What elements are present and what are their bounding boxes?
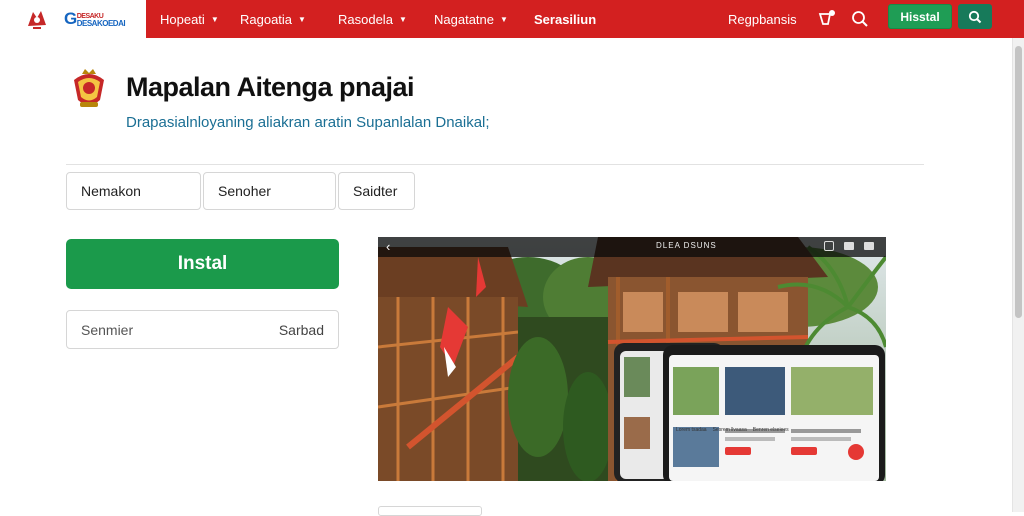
chevron-down-icon: ▼ xyxy=(500,14,508,24)
hero-card-labels: Lorem tsadaa Sesrem llvaasa Benren elsei… xyxy=(676,427,789,433)
nav-item-label: Rasodela xyxy=(338,11,393,27)
filter-button-senoher[interactable]: Senoher xyxy=(203,172,336,210)
search-top-button[interactable] xyxy=(958,4,992,29)
header-divider xyxy=(66,164,924,165)
village-scene-image xyxy=(378,237,886,481)
filter-button-nemakon[interactable]: Nemakon xyxy=(66,172,201,210)
hero-image: ‹ DLEA DSUNS Lorem tsadaa Sesrem llvaasa… xyxy=(378,237,886,481)
nav-item-rasodela[interactable]: Rasodela ▼ xyxy=(338,0,407,38)
hero-card-label: Benren elseiees xyxy=(752,427,789,433)
nav-link-regpbansis[interactable]: Regpbansis xyxy=(728,0,797,38)
filter-button-saidter[interactable]: Saidter xyxy=(338,172,415,210)
brand-area: G DESAKU DESAKOEDAI xyxy=(0,0,146,38)
notification-icon[interactable] xyxy=(814,7,838,31)
install-top-button[interactable]: Hisstal xyxy=(888,4,952,29)
nav-item-label: Ragoatia xyxy=(240,11,293,27)
brand-mascot-icon[interactable] xyxy=(24,6,50,32)
search-field: Sarbad xyxy=(66,310,339,349)
hero-toolbar: ‹ DLEA DSUNS xyxy=(378,237,886,257)
nav-item-serasiliun[interactable]: Serasiliun xyxy=(534,0,596,38)
nav-item-nagatatne[interactable]: Nagatatne ▼ xyxy=(434,0,508,38)
nav-item-label: Serasiliun xyxy=(534,11,597,27)
install-button[interactable]: Instal xyxy=(66,239,339,289)
search-input[interactable] xyxy=(81,321,231,338)
search-icon[interactable] xyxy=(848,7,872,31)
nav-item-label: Hopeati xyxy=(160,11,205,27)
main-navigation: Hopeati ▼ Ragoatia ▼ Rasodela ▼ Nagatatn… xyxy=(146,0,1024,38)
nav-item-ragoatia[interactable]: Ragoatia ▼ xyxy=(240,0,306,38)
hero-card-label: Lorem tsadaa xyxy=(676,427,707,433)
nav-item-hopeati[interactable]: Hopeati ▼ xyxy=(160,0,219,38)
scrollbar-thumb[interactable] xyxy=(1015,46,1022,318)
top-bar: G DESAKU DESAKOEDAI Hopeati ▼ Ragoatia ▼… xyxy=(0,0,1024,38)
brand-logo[interactable]: G DESAKU DESAKOEDAI xyxy=(64,10,126,28)
search-icon xyxy=(968,10,982,23)
chevron-down-icon: ▼ xyxy=(398,14,407,24)
chevron-down-icon: ▼ xyxy=(210,14,219,24)
partial-card xyxy=(378,506,482,516)
page-scrollbar[interactable] xyxy=(1012,38,1024,512)
hero-card-label: Sesrem llvaasa xyxy=(712,427,747,433)
page-title: Mapalan Aitenga pnajai xyxy=(126,72,415,102)
search-submit-button[interactable]: Sarbad xyxy=(279,322,324,338)
nav-item-label: Nagatatne xyxy=(434,11,494,27)
emblem-logo xyxy=(66,66,112,112)
chevron-left-icon[interactable]: ‹ xyxy=(386,239,390,254)
media-icon[interactable] xyxy=(824,241,834,251)
fullscreen-icon[interactable] xyxy=(864,242,874,250)
window-icon[interactable] xyxy=(844,242,854,250)
page-subtitle: Drapasialnloyaning aliakran aratin Supan… xyxy=(126,114,490,131)
hero-toolbar-title: DLEA DSUNS xyxy=(656,241,717,250)
chevron-down-icon: ▼ xyxy=(298,14,306,24)
